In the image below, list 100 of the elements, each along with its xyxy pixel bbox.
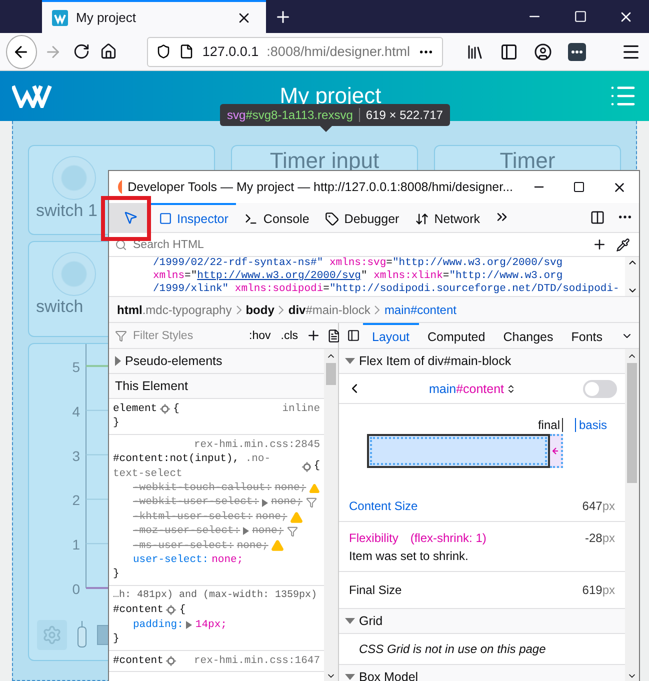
section-header[interactable]: Grid <box>339 609 625 634</box>
tag-icon <box>325 212 340 226</box>
filter-icon[interactable] <box>306 497 317 508</box>
panel-tab[interactable]: Computed <box>418 322 494 348</box>
tooltip-arrow <box>320 126 332 132</box>
markup-line: /1999/xlink" xmlns:sodipodi="http://sodipodi.sourceforge.net/DTD/sodipodi- <box>153 283 620 296</box>
size-detail: (flex-shrink: 1) <box>410 530 486 544</box>
section-header[interactable]: Flex Item of div#main-block <box>339 349 625 374</box>
axis-label: 0 <box>72 581 80 597</box>
tile-label: switch <box>36 298 84 315</box>
expand-icon[interactable] <box>243 527 250 536</box>
tile-label: Timer <box>500 150 556 172</box>
highlight-toggle[interactable] <box>583 380 617 398</box>
property-value: none; <box>256 510 288 524</box>
filter-field[interactable]: Filter Styles <box>131 328 241 342</box>
chevron-icon <box>374 304 380 314</box>
brace: } <box>113 632 120 646</box>
scrollbar-thumb[interactable] <box>627 363 637 483</box>
property-name: -moz-user-select: <box>133 524 240 539</box>
range-handle-icon[interactable] <box>77 621 87 649</box>
crosshair-icon[interactable] <box>166 656 176 666</box>
property-value: 14px; <box>195 618 227 632</box>
panel-tab[interactable]: Changes <box>494 322 562 348</box>
property-value: none; <box>236 538 268 554</box>
source-link[interactable]: inline <box>282 402 320 416</box>
brace: } <box>113 567 120 582</box>
back-button[interactable] <box>6 34 37 68</box>
breadcrumb[interactable]: div#main-block <box>288 302 370 316</box>
crosshair-icon[interactable] <box>302 462 311 472</box>
selector: #content <box>113 654 164 668</box>
source-link[interactable]: rex-hmi.min.css:1647 <box>194 654 320 668</box>
crosshair-icon[interactable] <box>166 605 176 616</box>
size-value: -28px <box>584 530 615 544</box>
property-name: -ms-user-select: <box>133 538 234 554</box>
search-icon <box>115 238 127 250</box>
diagram-label: basis <box>574 418 607 432</box>
chevron-icon <box>236 304 242 314</box>
size-label: Content Size <box>349 499 418 513</box>
switch-knob-icon <box>52 252 96 296</box>
axis-label: 1 <box>72 536 80 553</box>
browser-tab[interactable]: My project <box>42 0 266 33</box>
tile-label: Timer input <box>270 150 380 172</box>
element-selector[interactable]: main#content <box>428 382 504 396</box>
breadcrumb[interactable]: body <box>246 302 274 316</box>
property-name: -webkit-user-select: <box>133 495 260 510</box>
brace: { <box>173 402 180 416</box>
property-name: padding: <box>133 618 184 632</box>
devtools-tab[interactable]: Debugger <box>317 203 408 232</box>
devtools-tab[interactable]: Inspector <box>151 203 236 232</box>
axis-label: 4 <box>72 403 80 420</box>
select-arrows-icon[interactable] <box>506 384 516 394</box>
filter-icon <box>115 330 127 342</box>
breadcrumb[interactable]: html.mdc-typography <box>117 302 232 316</box>
property-value: none; <box>274 481 306 496</box>
devtools-tab[interactable]: Console <box>236 203 318 232</box>
cursor-icon <box>122 210 138 225</box>
selector: #content <box>113 603 164 618</box>
property-value: none; <box>271 495 303 510</box>
property-value: none; <box>212 553 244 568</box>
hover-state-button[interactable]: :hov <box>247 330 273 342</box>
section-header[interactable]: Box Model <box>339 665 625 681</box>
address-bar[interactable]: 127.0.0.1 :8008/hmi/designer.html <box>147 36 444 66</box>
selector: element <box>113 402 158 416</box>
expand-icon[interactable] <box>186 620 192 629</box>
crosshair-icon[interactable] <box>160 404 170 414</box>
expand-icon[interactable] <box>262 498 268 507</box>
markup-line: /1999/02/22-rdf-syntax-ns#" xmlns:svg="http://www.w3.org/2000/svg <box>153 257 564 270</box>
axis-label: 3 <box>72 448 80 464</box>
media-query: …h: 481px) and (max-width: 1359px) <box>113 588 318 603</box>
section-header[interactable]: Pseudo-elements <box>109 349 324 374</box>
filter-icon[interactable] <box>286 526 298 537</box>
axis-label: 5 <box>72 359 80 375</box>
size-label: Final Size <box>349 583 402 597</box>
shield-icon <box>156 44 172 59</box>
section-header: This Element <box>109 374 324 399</box>
brace: { <box>179 603 186 618</box>
breadcrumb[interactable]: main#content <box>384 302 456 316</box>
brace: { <box>314 459 320 474</box>
size-value: 619px <box>582 583 615 597</box>
property-name: user-select: <box>133 553 209 568</box>
tile-label: switch 1 <box>36 202 98 219</box>
property-name: -webkit-touch-callout: <box>133 481 272 496</box>
axis-label: 2 <box>72 492 80 508</box>
class-button[interactable]: .cls <box>278 330 300 342</box>
brace: } <box>113 416 120 431</box>
panel-tab[interactable]: Fonts <box>562 322 612 348</box>
scrollbar-thumb[interactable] <box>326 363 336 385</box>
terminal-icon <box>244 212 258 226</box>
document-icon[interactable] <box>327 326 341 344</box>
switch-knob-icon <box>52 156 96 200</box>
page-icon <box>179 44 194 59</box>
size-value: 647px <box>582 499 615 513</box>
devtools-tab[interactable]: Network <box>407 203 488 232</box>
up-down-arrows-icon <box>415 212 430 226</box>
markup-line: xmlns="http://www.w3.org/2000/svg" xmlns:xlink="http://www.w3.org <box>153 270 564 283</box>
source-link[interactable]: rex-hmi.min.css:2845 <box>194 438 320 452</box>
square-icon <box>159 212 172 225</box>
chevron-icon <box>278 304 284 314</box>
property-value: none; <box>252 524 284 539</box>
logo-icon <box>12 84 52 108</box>
